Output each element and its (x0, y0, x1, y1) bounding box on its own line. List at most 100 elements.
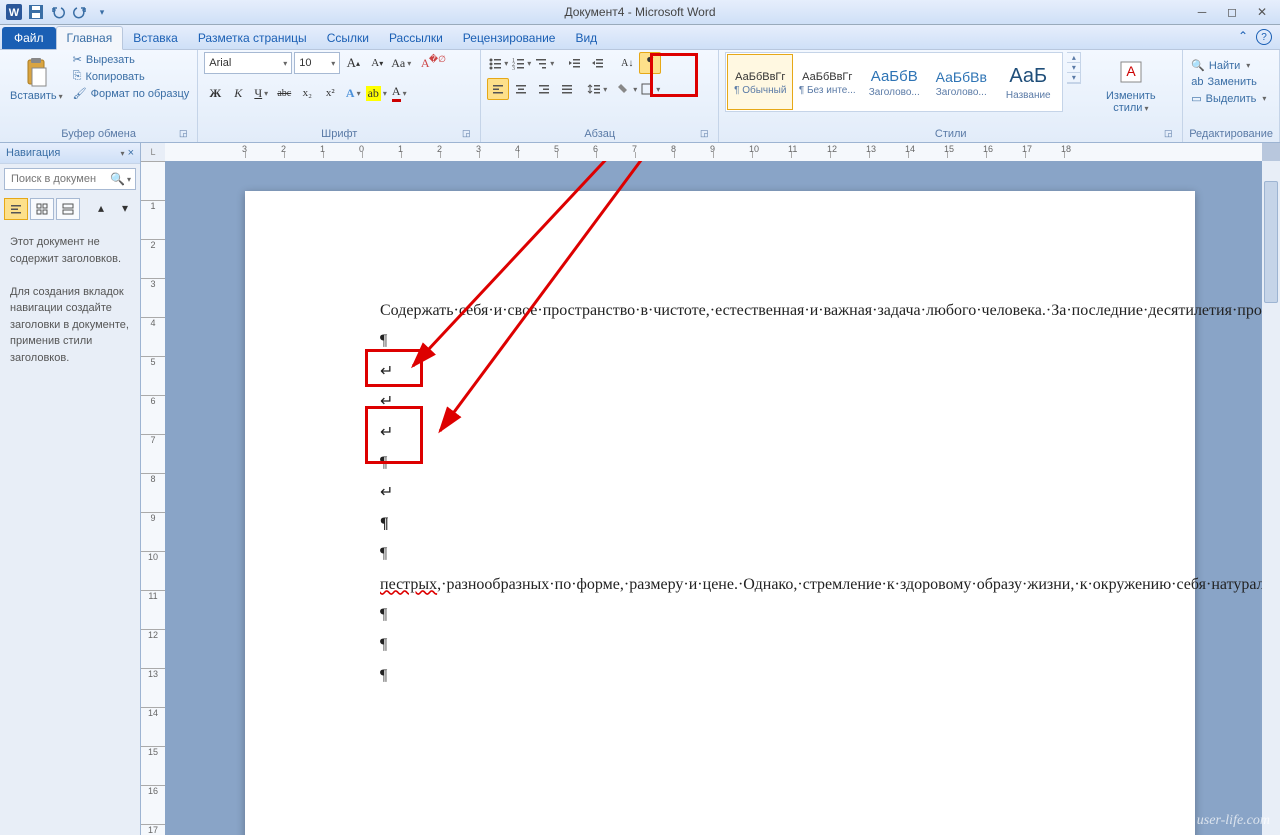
tab-mailings[interactable]: Рассылки (379, 27, 453, 49)
font-name-select[interactable]: Arial▾ (204, 52, 292, 74)
minimize-ribbon-icon[interactable]: ⌃ (1238, 29, 1248, 45)
svg-text:A: A (1126, 63, 1136, 79)
nav-view-pages[interactable] (30, 198, 54, 220)
styles-gallery[interactable]: АаБбВвГг¶ ОбычныйАаБбВвГг¶ Без инте...Аа… (725, 52, 1063, 112)
format-painter-button[interactable]: 🖌Формат по образцу (71, 86, 192, 101)
empty-linebreak-4[interactable]: ↵ (380, 478, 1060, 508)
empty-pilcrow-6[interactable]: ¶ (380, 630, 1060, 660)
paste-button[interactable]: Вставить▾ (6, 52, 67, 106)
nav-search[interactable]: 🔍▾ (4, 168, 136, 190)
font-color-button[interactable]: A▾ (388, 82, 410, 104)
empty-linebreak-2[interactable]: ↵ (380, 387, 1060, 417)
search-icon[interactable]: 🔍 (110, 172, 125, 186)
clear-format-button[interactable]: A�∅ (414, 52, 436, 74)
style-item-2[interactable]: АаБбВЗаголово... (861, 54, 927, 110)
justify-button[interactable] (556, 78, 578, 100)
nav-menu-icon[interactable]: ▾ (120, 149, 124, 158)
tab-layout[interactable]: Разметка страницы (188, 27, 317, 49)
align-right-button[interactable] (533, 78, 555, 100)
align-left-button[interactable] (487, 78, 509, 100)
style-item-3[interactable]: АаБбВвЗаголово... (928, 54, 994, 110)
copy-button[interactable]: ⎘Копировать (71, 69, 192, 84)
scrollbar-thumb[interactable] (1264, 181, 1278, 303)
empty-pilcrow-7[interactable]: ¶ (380, 661, 1060, 691)
tab-home[interactable]: Главная (56, 26, 124, 50)
scissors-icon: ✂ (73, 53, 82, 66)
tab-references[interactable]: Ссылки (317, 27, 379, 49)
empty-pilcrow-1[interactable]: ¶ (380, 326, 1060, 356)
ruler-toggle[interactable]: L (141, 143, 166, 162)
tab-insert[interactable]: Вставка (123, 27, 188, 49)
empty-linebreak-3[interactable]: ↵ (380, 418, 1060, 448)
shading-button[interactable]: ▾ (616, 78, 638, 100)
replace-icon: ab (1191, 76, 1203, 88)
increase-indent-button[interactable] (586, 52, 608, 74)
grow-font-button[interactable]: A▴ (342, 52, 364, 74)
tab-review[interactable]: Рецензирование (453, 27, 566, 49)
subscript-button[interactable]: x₂ (296, 82, 318, 104)
vertical-ruler[interactable]: 12345678910111213141516171819 (141, 161, 166, 835)
clipboard-dialog-icon[interactable]: ◲ (177, 128, 189, 140)
strike-button[interactable]: abc (273, 82, 295, 104)
font-size-select[interactable]: 10▾ (294, 52, 340, 74)
style-item-4[interactable]: АаБНазвание (995, 54, 1061, 110)
find-button[interactable]: 🔍Найти▾ (1189, 58, 1268, 73)
line-spacing-button[interactable]: ▾ (586, 78, 608, 100)
empty-pilcrow-5[interactable]: ¶ (380, 600, 1060, 630)
paragraph-dialog-icon[interactable]: ◲ (698, 128, 710, 140)
style-item-0[interactable]: АаБбВвГг¶ Обычный (727, 54, 793, 110)
bold-button[interactable]: Ж (204, 82, 226, 104)
ribbon-tabs: Файл Главная Вставка Разметка страницы С… (0, 25, 1280, 50)
empty-pilcrow-4[interactable]: ¶ (380, 539, 1060, 569)
underline-button[interactable]: Ч▾ (250, 82, 272, 104)
nav-view-headings[interactable] (4, 198, 28, 220)
nav-next-button[interactable]: ▾ (114, 198, 136, 218)
paragraph-2[interactable]: пестрых,·разнообразных·по·форме,·размеру… (380, 570, 1060, 600)
copy-icon: ⎘ (73, 70, 82, 83)
style-item-1[interactable]: АаБбВвГг¶ Без инте... (794, 54, 860, 110)
redo-button[interactable] (70, 2, 90, 22)
empty-linebreak-1[interactable]: ↵ (380, 357, 1060, 387)
maximize-button[interactable]: ◻ (1218, 3, 1246, 21)
titlebar: W ▾ Документ4 - Microsoft Word ─ ◻ ✕ (0, 0, 1280, 25)
numbering-button[interactable]: 123▾ (510, 52, 532, 74)
empty-pilcrow-2[interactable]: ¶ (380, 448, 1060, 478)
undo-button[interactable] (48, 2, 68, 22)
multilevel-button[interactable]: ▾ (533, 52, 555, 74)
select-button[interactable]: ▭Выделить▾ (1189, 91, 1268, 106)
superscript-button[interactable]: x² (319, 82, 341, 104)
text-effects-button[interactable]: A▾ (342, 82, 364, 104)
help-icon[interactable]: ? (1256, 29, 1272, 45)
shrink-font-button[interactable]: A▾ (366, 52, 388, 74)
nav-close-icon[interactable]: × (128, 147, 134, 159)
change-case-button[interactable]: Aa▾ (390, 52, 412, 74)
font-dialog-icon[interactable]: ◲ (460, 128, 472, 140)
styles-dialog-icon[interactable]: ◲ (1162, 128, 1174, 140)
highlight-button[interactable]: ab▾ (365, 82, 387, 104)
tab-view[interactable]: Вид (565, 27, 607, 49)
save-button[interactable] (26, 2, 46, 22)
tab-file[interactable]: Файл (2, 27, 56, 49)
page[interactable]: Содержать·себя·и·свое·пространство·в·чис… (245, 191, 1195, 835)
qat-more-button[interactable]: ▾ (92, 2, 112, 22)
horizontal-ruler[interactable]: 3210123456789101112131415161718 (165, 143, 1262, 162)
paragraph-1[interactable]: Содержать·себя·и·свое·пространство·в·чис… (380, 296, 1060, 326)
vertical-scrollbar[interactable] (1261, 161, 1280, 835)
minimize-button[interactable]: ─ (1188, 3, 1216, 21)
cut-button[interactable]: ✂Вырезать (71, 52, 192, 67)
nav-view-results[interactable] (56, 198, 80, 220)
change-styles-button[interactable]: A Изменить стили▾ (1085, 52, 1176, 118)
italic-button[interactable]: К (227, 82, 249, 104)
empty-pilcrow-3[interactable]: ¶ (380, 509, 1060, 539)
align-center-button[interactable] (510, 78, 532, 100)
close-button[interactable]: ✕ (1248, 3, 1276, 21)
decrease-indent-button[interactable] (563, 52, 585, 74)
bullets-button[interactable]: ▾ (487, 52, 509, 74)
page-viewport[interactable]: Содержать·себя·и·свое·пространство·в·чис… (165, 161, 1262, 835)
styles-scroll[interactable]: ▴▾▾ (1067, 52, 1081, 84)
nav-search-input[interactable] (9, 172, 110, 186)
word-icon[interactable]: W (4, 2, 24, 22)
nav-prev-button[interactable]: ▴ (90, 198, 112, 218)
sort-button[interactable]: A↓ (616, 52, 638, 74)
replace-button[interactable]: abЗаменить (1189, 75, 1268, 89)
